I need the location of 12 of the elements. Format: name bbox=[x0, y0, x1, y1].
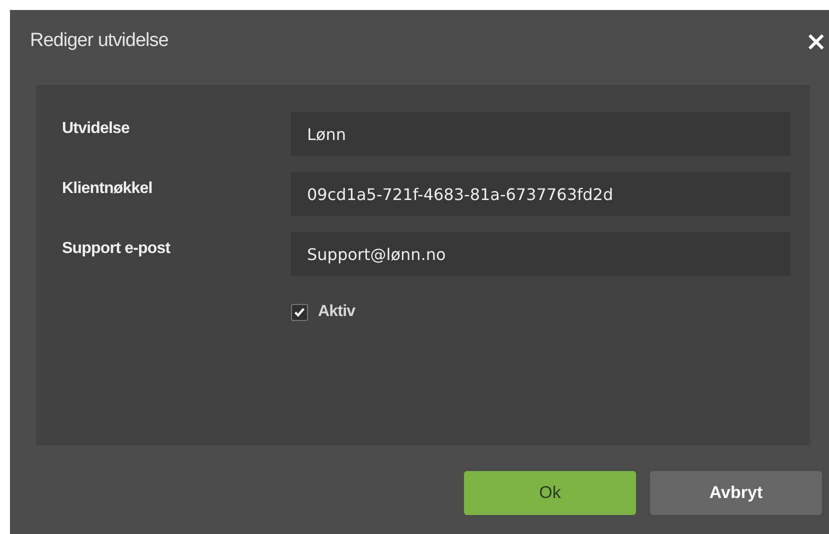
field-label: Support e-post bbox=[62, 240, 172, 258]
dialog-title: Rediger utvidelse bbox=[30, 30, 168, 52]
cancel-button[interactable]: Avbryt bbox=[650, 471, 822, 515]
close-button[interactable]: × bbox=[803, 29, 829, 55]
field-label: Utvidelse bbox=[62, 120, 131, 138]
checkbox-label: Aktiv bbox=[318, 303, 356, 321]
field-label: Klientnøkkel bbox=[62, 180, 154, 198]
ok-button[interactable]: Ok bbox=[464, 471, 636, 515]
input-field[interactable]: 09cd1a5-721f-4683-81a-6737763fd2d bbox=[291, 172, 790, 216]
input-field[interactable]: Support@lønn.no bbox=[291, 232, 790, 276]
checkbox[interactable] bbox=[291, 304, 308, 320]
input-field[interactable]: Lønn bbox=[291, 112, 790, 156]
